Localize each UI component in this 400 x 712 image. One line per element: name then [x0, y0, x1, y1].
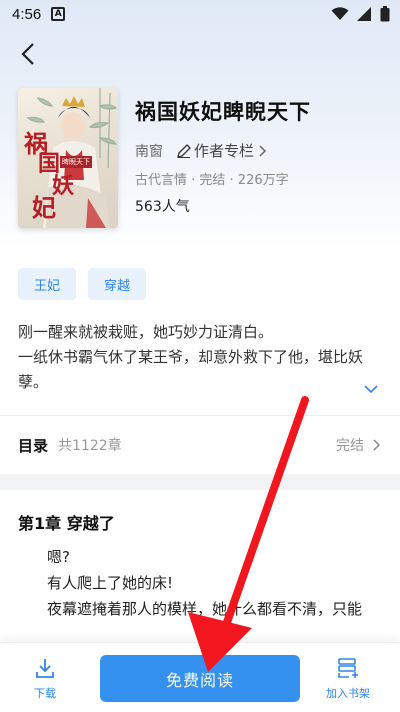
chapter-line: 嗯? — [47, 548, 70, 566]
book-title: 祸国妖妃睥睨天下 — [135, 100, 311, 124]
chapter-text: 嗯? 有人爬上了她的床! 夜幕遮掩着那人的模样，她什么都看不清，只能 — [47, 544, 387, 622]
chapter-count: 共1122章 — [58, 438, 122, 454]
section-gap — [0, 474, 400, 490]
back-button[interactable] — [14, 40, 42, 68]
cover-subtitle-badge: 睥睨天下 — [60, 156, 92, 168]
status-bar: 4:56 A — [0, 0, 400, 28]
add-to-shelf-button[interactable]: 加入书架 — [326, 657, 370, 701]
book-meta: 古代言情 · 完结 · 226万字 — [135, 173, 289, 188]
status-icons — [331, 6, 390, 22]
status-time: 4:56 — [12, 5, 42, 23]
description-line: 一纸休书霸气休了某王爷，却意外救下了他，堪比妖孽。 — [18, 348, 364, 391]
download-icon — [36, 659, 54, 678]
wifi-icon — [331, 7, 349, 20]
popularity: 563人气 — [135, 199, 190, 215]
author-name[interactable]: 南窗 — [135, 141, 163, 161]
table-of-contents-row[interactable]: 目录 共1122章 完结 — [0, 416, 400, 474]
battery-icon — [380, 6, 390, 22]
book-detail-page: 4:56 A 祸 国 妖 妃 睥睨天下 祸国妖妃睥睨天下 南窗 作者专栏 古代言… — [0, 0, 400, 712]
bottom-action-bar: 下载 免费阅读 加入书架 — [0, 642, 400, 712]
bookshelf-add-icon — [338, 658, 358, 678]
book-description: 刚一醒来就被栽赃，她巧妙力证清白。 一纸休书霸气休了某王爷，却意外救下了他，堪比… — [18, 320, 388, 395]
download-label: 下载 — [34, 687, 56, 700]
author-row: 南窗 作者专栏 — [135, 140, 268, 161]
book-cover[interactable]: 祸 国 妖 妃 睥睨天下 — [18, 88, 118, 228]
completion-status: 完结 — [336, 438, 364, 454]
notification-icon: A — [51, 7, 66, 21]
toc-label: 目录 — [18, 436, 49, 455]
tag-chip[interactable]: 穿越 — [88, 268, 147, 300]
chevron-right-icon — [259, 144, 267, 157]
author-column-link[interactable]: 作者专栏 — [177, 140, 268, 161]
download-button[interactable]: 下载 — [34, 657, 56, 701]
tag-chip[interactable]: 王妃 — [18, 268, 77, 300]
cover-char: 妃 — [32, 193, 56, 222]
chapter-line: 夜幕遮掩着那人的模样，她什么都看不清，只能 — [47, 600, 363, 618]
signal-icon — [357, 7, 371, 21]
description-line: 刚一醒来就被栽赃，她巧妙力证清白。 — [18, 323, 274, 341]
author-column-label: 作者专栏 — [194, 142, 255, 160]
chapter-line: 有人爬上了她的床! — [47, 574, 174, 592]
chapter-title: 第1章 穿越了 — [18, 514, 115, 533]
expand-description-button[interactable] — [364, 379, 378, 398]
pen-icon — [177, 143, 191, 158]
tag-list: 王妃 穿越 — [18, 268, 147, 300]
chevron-right-icon — [373, 439, 381, 451]
chevron-down-icon — [364, 385, 378, 394]
free-read-button[interactable]: 免费阅读 — [100, 655, 300, 702]
cover-title-calligraphy: 祸 国 妖 妃 — [24, 124, 74, 224]
chevron-left-icon — [21, 43, 34, 65]
add-to-shelf-label: 加入书架 — [326, 687, 370, 700]
